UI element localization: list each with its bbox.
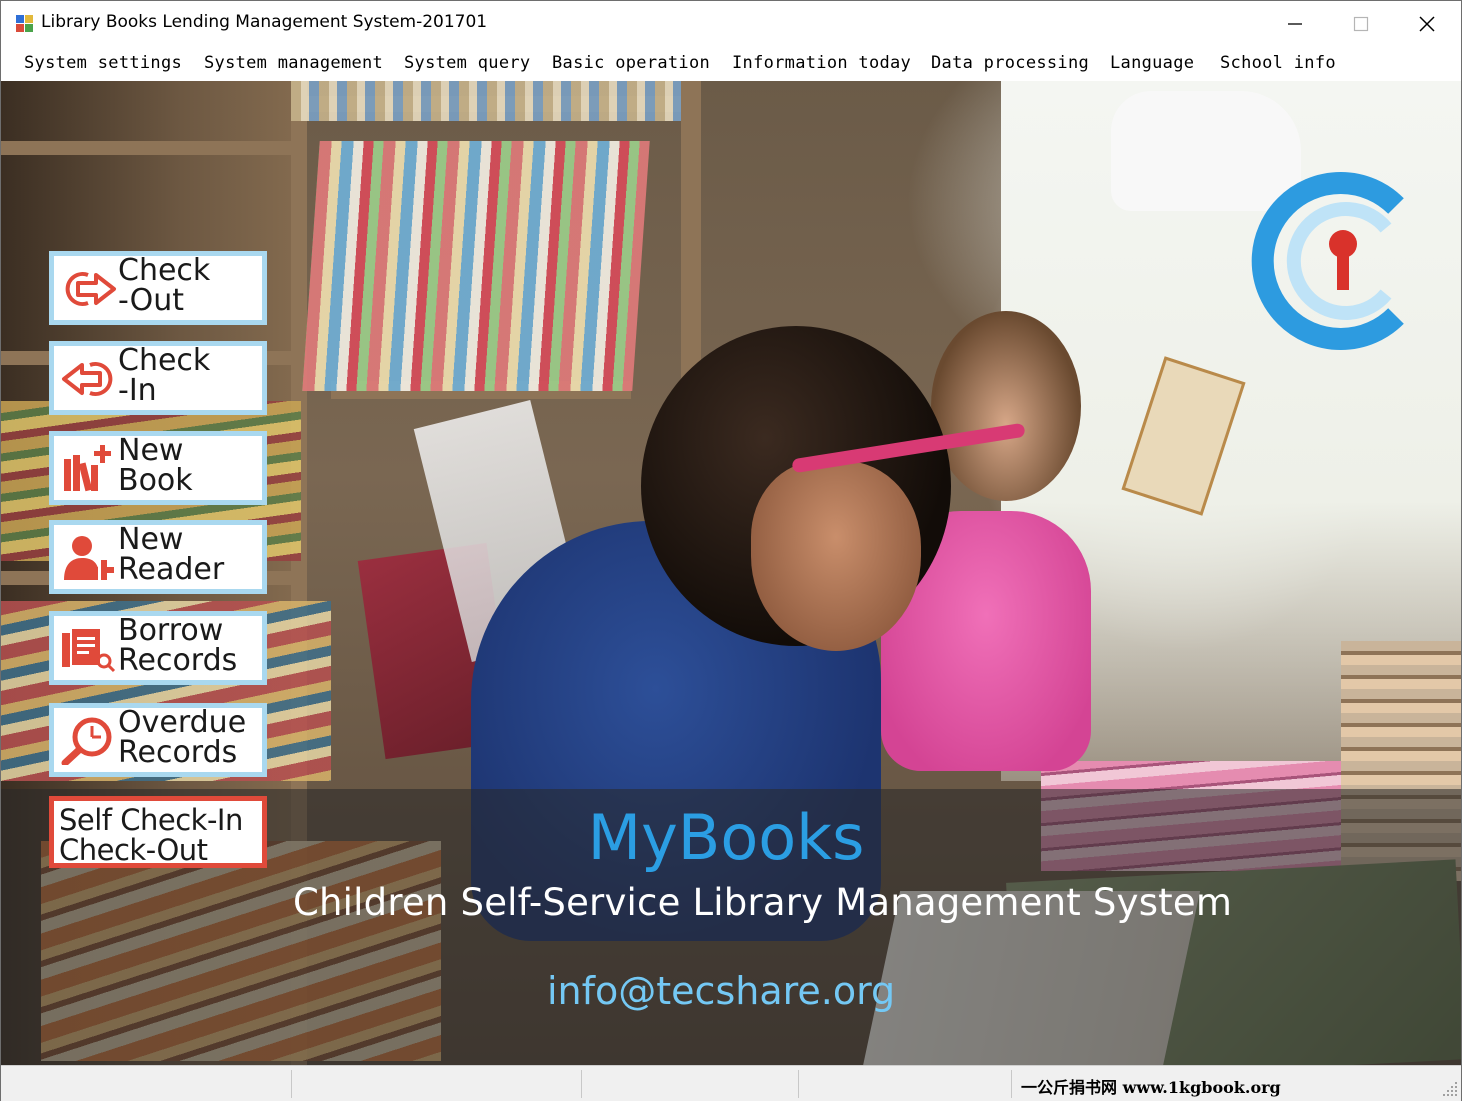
menu-information-today[interactable]: Information today [732, 53, 911, 73]
app-window: Library Books Lending Management System-… [0, 0, 1462, 1101]
check-out-label: Check -Out [118, 253, 211, 318]
status-separator [798, 1070, 799, 1098]
check-out-icon [65, 272, 116, 306]
menu-system-management[interactable]: System management [204, 53, 383, 73]
maximize-icon [1353, 16, 1369, 31]
status-bar: 一公斤捐书网 www.1kgbook.org [1, 1065, 1461, 1101]
overdue-records-button[interactable]: Overdue Records [49, 703, 267, 777]
check-in-button[interactable]: Check -In [49, 341, 267, 415]
new-book-label: New Book [118, 433, 193, 498]
overdue-records-label: Overdue Records [118, 705, 247, 770]
menu-bar: System settings System management System… [1, 46, 1461, 81]
app-subtitle: Children Self-Service Library Management… [293, 881, 1233, 924]
new-reader-icon [64, 536, 114, 580]
status-separator [291, 1070, 292, 1098]
close-button[interactable] [1394, 1, 1460, 46]
contact-email[interactable]: info@tecshare.org [547, 969, 895, 1013]
menu-school-info[interactable]: School info [1220, 53, 1336, 73]
overdue-records-icon [61, 717, 112, 765]
menu-system-query[interactable]: System query [404, 53, 530, 73]
window-title: Library Books Lending Management System-… [41, 12, 488, 32]
borrow-records-button[interactable]: Borrow Records [49, 611, 267, 685]
app-brand-title: MyBooks [1, 801, 1451, 874]
status-website: 一公斤捐书网 www.1kgbook.org [1021, 1078, 1281, 1097]
new-book-button[interactable]: New Book [49, 431, 267, 505]
tecshare-logo [1251, 172, 1404, 350]
borrow-records-label: Borrow Records [118, 613, 238, 678]
menu-system-settings[interactable]: System settings [24, 53, 182, 73]
status-separator [1011, 1070, 1012, 1098]
close-icon [1419, 15, 1435, 32]
resize-grip-icon[interactable] [1441, 1080, 1459, 1098]
new-book-icon [64, 445, 111, 492]
menu-language[interactable]: Language [1110, 53, 1194, 73]
check-in-label: Check -In [118, 343, 211, 408]
maximize-button[interactable] [1328, 1, 1394, 46]
menu-basic-operation[interactable]: Basic operation [552, 53, 710, 73]
minimize-button[interactable] [1262, 1, 1328, 46]
check-in-icon [62, 362, 113, 396]
app-icon [16, 15, 33, 32]
check-out-button[interactable]: Check -Out [49, 251, 267, 325]
borrow-records-icon [62, 629, 116, 673]
menu-data-processing[interactable]: Data processing [931, 53, 1089, 73]
new-reader-label: New Reader [118, 522, 225, 587]
brand-title-text: MyBooks [587, 801, 865, 874]
new-reader-button[interactable]: New Reader [49, 520, 267, 594]
title-bar[interactable]: Library Books Lending Management System-… [1, 1, 1461, 46]
status-separator [581, 1070, 582, 1098]
minimize-icon [1288, 22, 1302, 25]
